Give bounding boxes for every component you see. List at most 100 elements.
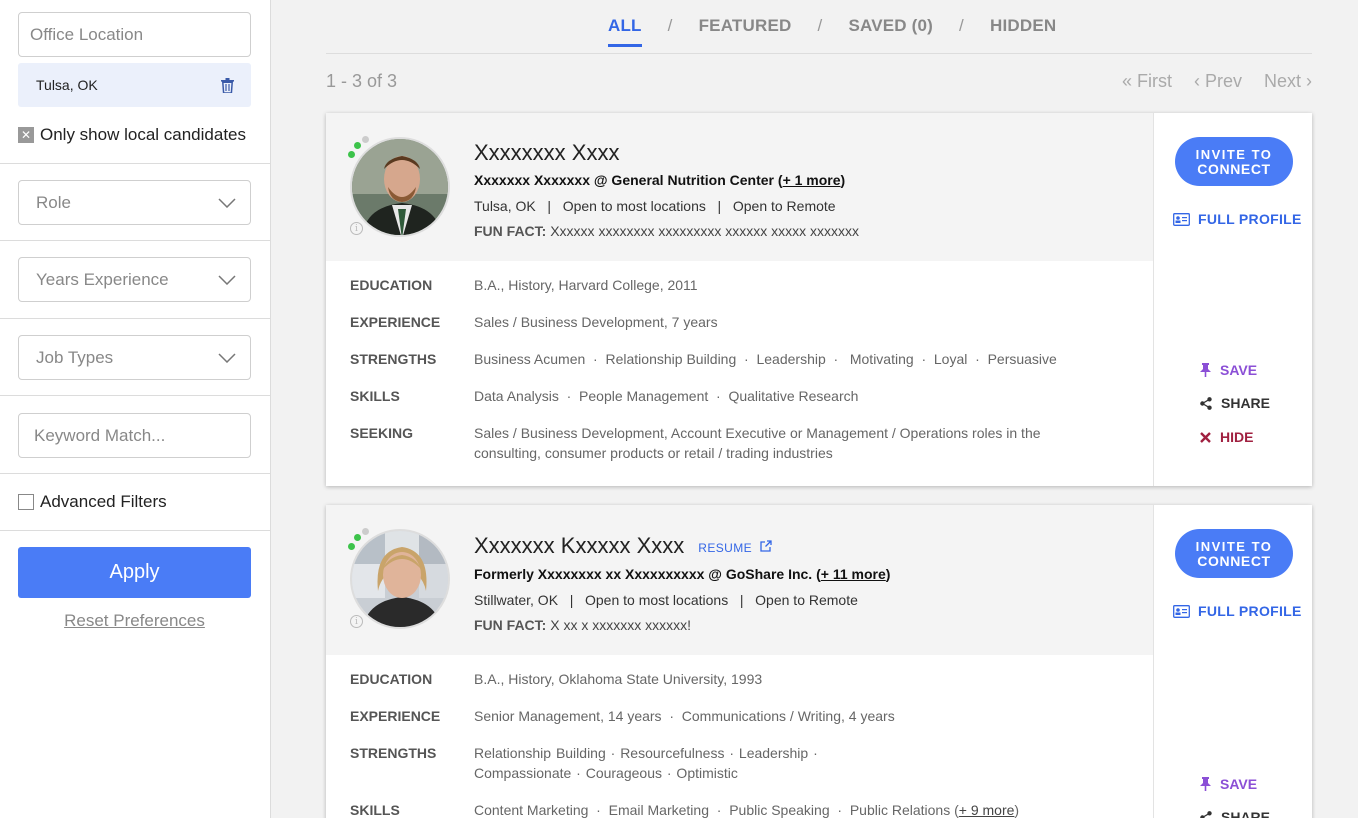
first-label: First — [1136, 71, 1172, 91]
seeking-value: Sales / Business Development, Account Ex… — [474, 425, 1041, 461]
tab-separator: / — [667, 16, 673, 35]
tab-all[interactable]: ALL — [598, 16, 652, 47]
share-button[interactable]: SHARE — [1200, 395, 1270, 411]
strengths-value: Relationship Building · Resourcefulness … — [474, 745, 818, 781]
job-types-select[interactable]: Job Types — [18, 335, 251, 380]
candidate-name[interactable]: Xxxxxxxx Xxxx — [474, 140, 619, 166]
office-location-input[interactable]: Office Location — [18, 12, 251, 57]
candidate-name-text[interactable]: Xxxxxxx Kxxxxx Xxxx — [474, 533, 684, 558]
advanced-filters-option[interactable]: Advanced Filters — [18, 492, 167, 512]
share-icon — [1200, 396, 1212, 410]
info-icon[interactable]: i — [350, 222, 363, 235]
role-label: Role — [36, 192, 71, 212]
advanced-filters-label: Advanced Filters — [40, 492, 167, 511]
local-only-checkbox[interactable]: ✕ — [18, 127, 34, 143]
candidate-location: Stillwater, OK | Open to most locations … — [474, 592, 858, 608]
prev-label: Prev — [1204, 71, 1242, 91]
candidate-headline: Formerly Xxxxxxxx xx Xxxxxxxxxx @ GoShar… — [474, 566, 890, 582]
education-label: EDUCATION — [350, 671, 433, 687]
save-label: SAVE — [1220, 776, 1258, 792]
fun-fact: FUN FACT: X xx x xxxxxxx xxxxxx! — [474, 617, 691, 633]
trash-icon[interactable] — [221, 77, 234, 93]
chevron-down-icon — [218, 197, 236, 208]
location-chip: Tulsa, OK — [18, 63, 251, 107]
local-only-option[interactable]: ✕ Only show local candidates — [18, 125, 246, 145]
pin-icon — [1200, 777, 1211, 791]
experience-label: EXPERIENCE — [350, 314, 441, 330]
tab-hidden[interactable]: HIDDEN — [980, 16, 1066, 44]
keyword-match-input[interactable]: Keyword Match... — [18, 413, 251, 458]
full-profile-link[interactable]: FULL PROFILE — [1173, 211, 1302, 227]
pagination: « First ‹ Prev Next › — [1122, 71, 1312, 92]
headline-end: ) — [885, 566, 891, 582]
local-only-label: Only show local candidates — [40, 125, 247, 144]
prev-page-link[interactable]: ‹ Prev — [1194, 71, 1242, 92]
first-page-link[interactable]: « First — [1122, 71, 1172, 92]
skills-label: SKILLS — [350, 802, 400, 818]
role-select[interactable]: Role — [18, 180, 251, 225]
divider — [0, 240, 270, 241]
skills-text: Content Marketing · Email Marketing · Pu… — [474, 802, 959, 818]
result-count: 1 - 3 of 3 — [326, 71, 398, 91]
strengths-label: STRENGTHS — [350, 745, 437, 761]
invite-label-bottom: CONNECT — [1197, 552, 1271, 569]
headline-text: Formerly Xxxxxxxx xx Xxxxxxxxxx @ GoShar… — [474, 566, 821, 582]
candidate-location: Tulsa, OK | Open to most locations | Ope… — [474, 198, 836, 214]
pin-icon — [1200, 363, 1211, 377]
save-button[interactable]: SAVE — [1200, 362, 1257, 378]
candidate-card: i Xxxxxxxx Xxxx Xxxxxxx Xxxxxxx @ Genera… — [326, 113, 1312, 486]
fun-fact-label: FUN FACT: — [474, 223, 547, 239]
id-card-icon — [1173, 212, 1190, 226]
skills-value: Content Marketing · Email Marketing · Pu… — [474, 800, 1114, 818]
resume-label: RESUME — [698, 540, 752, 555]
experience-label: EXPERIENCE — [350, 708, 441, 724]
skills-end: ) — [1014, 802, 1020, 818]
invite-label-top: INVITE TO — [1195, 146, 1273, 162]
more-skills-link[interactable]: + 9 more — [959, 802, 1015, 818]
tab-featured[interactable]: FEATURED — [689, 16, 802, 44]
education-value: B.A., History, Harvard College, 2011 — [474, 277, 698, 293]
seeking-label: SEEKING — [350, 425, 414, 441]
avatar[interactable] — [350, 137, 450, 237]
hide-label: HIDE — [1220, 429, 1254, 445]
next-page-link[interactable]: Next › — [1264, 71, 1312, 92]
experience-value: Senior Management, 14 years · Communicat… — [474, 708, 895, 724]
full-profile-label: FULL PROFILE — [1198, 603, 1302, 619]
hide-button[interactable]: HIDE — [1200, 429, 1253, 445]
avatar[interactable] — [350, 529, 450, 629]
experience-value: Sales / Business Development, 7 years — [474, 314, 718, 330]
next-label: Next — [1263, 71, 1301, 91]
strengths-value: Business Acumen · Relationship Building … — [474, 351, 1057, 367]
reset-preferences-link[interactable]: Reset Preferences — [18, 611, 251, 631]
divider — [0, 530, 270, 531]
resume-link[interactable]: RESUME — [698, 540, 772, 555]
invite-to-connect-button[interactable]: INVITE TO CONNECT — [1175, 529, 1293, 578]
strengths-label: STRENGTHS — [350, 351, 437, 367]
invite-label-bottom: CONNECT — [1197, 160, 1271, 177]
years-experience-label: Years Experience — [36, 269, 169, 289]
years-experience-select[interactable]: Years Experience — [18, 257, 251, 302]
full-profile-label: FULL PROFILE — [1198, 211, 1302, 227]
fun-fact-label: FUN FACT: — [474, 617, 547, 633]
full-profile-link[interactable]: FULL PROFILE — [1173, 603, 1302, 619]
tab-saved[interactable]: SAVED (0) — [838, 16, 943, 44]
close-icon — [1200, 431, 1211, 443]
skills-value: Data Analysis · People Management · Qual… — [474, 388, 859, 404]
education-label: EDUCATION — [350, 277, 433, 293]
share-button[interactable]: SHARE — [1200, 809, 1270, 818]
more-positions-link[interactable]: + 11 more — [821, 566, 886, 582]
headline-text: Xxxxxxx Xxxxxxx @ General Nutrition Cent… — [474, 172, 783, 188]
apply-button[interactable]: Apply — [18, 547, 251, 598]
results-tabs: ALL / FEATURED / SAVED (0) / HIDDEN — [598, 16, 1066, 47]
save-button[interactable]: SAVE — [1200, 776, 1257, 792]
external-link-icon — [760, 540, 772, 552]
job-types-label: Job Types — [36, 347, 114, 367]
invite-to-connect-button[interactable]: INVITE TO CONNECT — [1175, 137, 1293, 186]
fun-fact: FUN FACT: Xxxxxx xxxxxxxx xxxxxxxxx xxxx… — [474, 223, 859, 239]
more-positions-link[interactable]: + 1 more — [783, 172, 841, 188]
headline-end: ) — [840, 172, 846, 188]
id-card-icon — [1173, 604, 1190, 618]
info-icon[interactable]: i — [350, 615, 363, 628]
tab-separator: / — [817, 16, 823, 35]
advanced-filters-checkbox[interactable] — [18, 494, 34, 510]
